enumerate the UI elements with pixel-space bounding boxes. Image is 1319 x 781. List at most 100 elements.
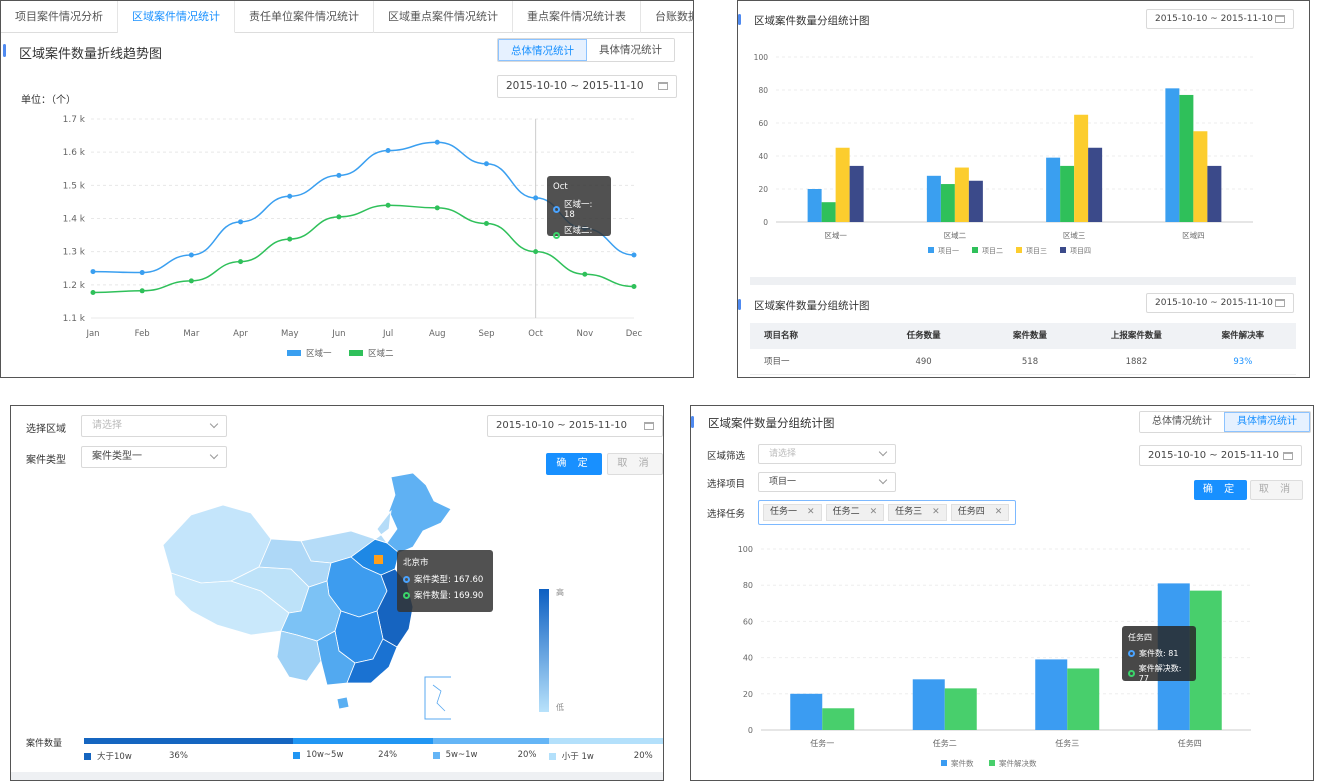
x-tick-label: Oct	[528, 329, 543, 339]
project-select[interactable]: 项目一	[758, 472, 896, 492]
x-tick-label: 任务二	[933, 738, 957, 748]
date-range-picker-1[interactable]: 2015-10-10 ~ 2015-11-10	[1146, 9, 1294, 29]
close-icon[interactable]: ✕	[932, 505, 940, 520]
resolution-rate-link[interactable]: 93%	[1190, 349, 1296, 374]
data-point	[287, 193, 293, 199]
data-point	[90, 269, 96, 275]
blue-dot-icon	[403, 575, 410, 583]
task-tag[interactable]: 任务二 ✕	[825, 504, 885, 521]
calendar-icon	[1275, 15, 1285, 23]
x-tick-label: Nov	[577, 329, 594, 339]
task-tag[interactable]: 任务一 ✕	[763, 504, 822, 521]
case-type-label: 案件类型	[26, 455, 66, 466]
confirm-button[interactable]: 确 定	[546, 453, 602, 475]
close-icon[interactable]: ✕	[995, 505, 1003, 520]
data-point	[434, 139, 440, 145]
beijing-highlight[interactable]	[374, 555, 383, 564]
title-accent	[3, 44, 6, 57]
bar	[1088, 147, 1103, 222]
data-point	[631, 283, 637, 289]
bar	[968, 180, 983, 222]
y-tick-label: 80	[743, 581, 753, 590]
y-tick-label: 60	[743, 617, 753, 626]
data-point	[188, 278, 194, 284]
y-tick-label: 60	[758, 119, 768, 128]
tab-unit-stats[interactable]: 责任单位案件情况统计	[235, 1, 374, 33]
calendar-icon	[658, 82, 668, 90]
bar	[926, 175, 941, 222]
data-point	[483, 220, 489, 226]
legend-swatch	[1016, 247, 1022, 253]
bar	[1035, 659, 1068, 730]
overall-stats-button[interactable]: 总体情况统计	[498, 39, 587, 61]
detail-stats-button[interactable]: 具体情况统计	[587, 39, 674, 61]
tab-region-key-stats[interactable]: 区域重点案件情况统计	[374, 1, 513, 33]
legend-item: 10w~5w 24%	[293, 750, 432, 760]
x-tick-label: Jan	[85, 329, 99, 339]
bar	[1060, 165, 1075, 222]
data-point	[287, 236, 293, 242]
chevron-down-icon	[209, 450, 219, 460]
region-select[interactable]: 请选择	[81, 415, 227, 437]
tab-key-case-table[interactable]: 重点案件情况统计表	[513, 1, 641, 33]
date-range-picker[interactable]: 2015-10-10 ~ 2015-11-10	[497, 75, 677, 98]
x-tick-label: Sep	[478, 329, 494, 339]
x-tick-label: 区域四	[1182, 230, 1205, 240]
task-tag[interactable]: 任务四 ✕	[950, 504, 1010, 521]
task-tag-label: 任务三	[895, 507, 923, 517]
data-point	[336, 172, 342, 178]
legend-label: 10w~5w	[306, 750, 344, 760]
table-cell: 项目一	[764, 357, 790, 367]
table-header: 案件数量	[1013, 331, 1048, 341]
bar-chart-title: 区域案件数量分组统计图	[738, 13, 870, 28]
detail-stats-button[interactable]: 具体情况统计	[1224, 412, 1310, 432]
tab-region-stats[interactable]: 区域案件情况统计	[118, 1, 235, 33]
date-range-picker[interactable]: 2015-10-10 ~ 2015-11-10	[487, 415, 663, 437]
overall-stats-button[interactable]: 总体情况统计	[1140, 412, 1224, 432]
confirm-button[interactable]: 确 定	[1194, 480, 1247, 500]
tab-project-analysis[interactable]: 项目案件情况分析	[1, 1, 118, 33]
data-point	[533, 195, 539, 201]
data-point	[188, 252, 194, 258]
blue-dot-icon	[553, 205, 560, 213]
legend-swatch	[972, 247, 978, 253]
legend-swatch	[1060, 247, 1066, 253]
table-title-text: 区域案件数量分组统计图	[754, 300, 870, 312]
map-region-hainan[interactable]	[336, 696, 350, 710]
chevron-down-icon	[878, 475, 888, 485]
cancel-button[interactable]: 取 消	[607, 453, 663, 475]
x-tick-label: 任务三	[1055, 738, 1079, 748]
y-tick-label: 40	[758, 152, 768, 161]
region-filter-select[interactable]: 请选择	[758, 444, 896, 464]
task-tag[interactable]: 任务三 ✕	[888, 504, 947, 521]
region-placeholder: 请选择	[92, 420, 122, 431]
data-point	[385, 202, 391, 208]
green-dot-icon	[553, 231, 560, 239]
proportion-segment	[293, 738, 433, 744]
close-icon[interactable]: ✕	[807, 505, 815, 520]
data-point	[631, 252, 637, 258]
tab-ledger-stats[interactable]: 台账数据统计	[641, 1, 693, 33]
close-icon[interactable]: ✕	[870, 505, 878, 520]
table-cell: 1882	[1125, 357, 1148, 367]
date-range-picker-2[interactable]: 2015-10-10 ~ 2015-11-10	[1146, 293, 1294, 313]
task-multiselect[interactable]: 任务一 ✕ 任务二 ✕ 任务三 ✕ 任务四 ✕	[758, 500, 1016, 525]
table-title: 区域案件数量分组统计图	[738, 298, 870, 313]
date-range-text: 2015-10-10 ~ 2015-11-10	[1155, 298, 1273, 308]
bar	[940, 184, 955, 222]
project-label: 选择项目	[707, 479, 746, 490]
table-header: 任务数量	[906, 331, 941, 341]
region-label: 选择区域	[26, 424, 66, 435]
tooltip-title: 任务四	[1128, 633, 1152, 642]
x-tick-label: Mar	[183, 329, 200, 339]
calendar-icon	[644, 422, 654, 430]
date-range-picker[interactable]: 2015-10-10 ~ 2015-11-10	[1139, 445, 1302, 466]
bar	[954, 167, 969, 222]
case-type-select[interactable]: 案件类型一	[81, 446, 227, 468]
cancel-button[interactable]: 取 消	[1250, 480, 1303, 500]
data-point	[483, 161, 489, 167]
bar	[1165, 88, 1180, 222]
data-point	[582, 271, 588, 277]
data-point	[90, 289, 96, 295]
map-region-northeast[interactable]	[386, 472, 451, 554]
